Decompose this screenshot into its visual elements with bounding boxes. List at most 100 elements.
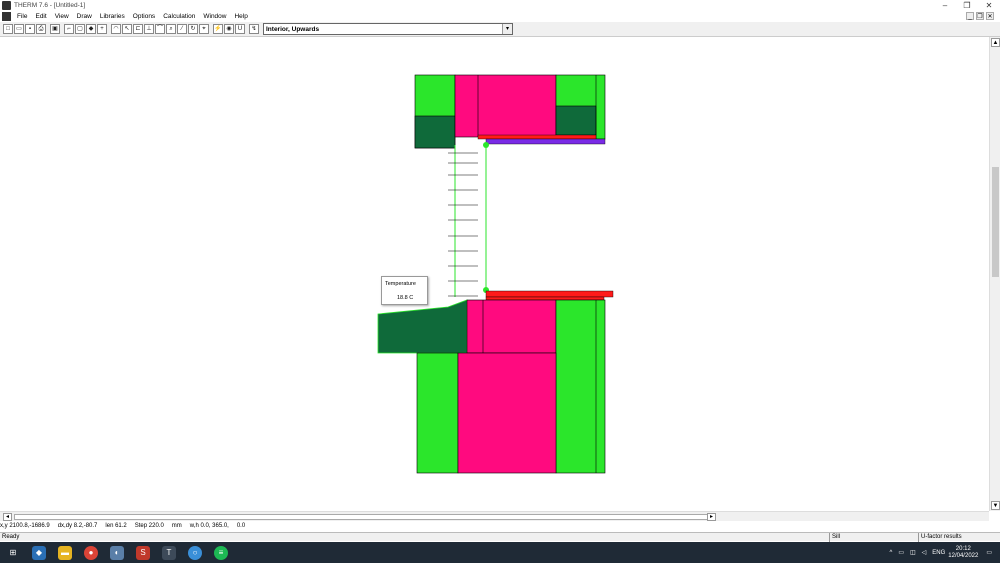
- app-icon-4[interactable]: ○: [188, 545, 202, 560]
- menu-window[interactable]: Window: [199, 13, 230, 20]
- u-factor-icon[interactable]: U: [235, 24, 245, 34]
- len-readout: len 61.2: [105, 523, 127, 529]
- select-icon[interactable]: ▣: [50, 24, 60, 34]
- status-bar: Ready Sill U-factor results: [0, 532, 1000, 542]
- menu-options[interactable]: Options: [129, 13, 159, 20]
- doc-minimize-icon[interactable]: _: [966, 12, 974, 20]
- volume-icon[interactable]: ◁: [922, 549, 927, 556]
- rotate-icon[interactable]: ↻: [188, 24, 198, 34]
- display-options-icon[interactable]: ↯: [249, 24, 259, 34]
- heat-flux-arrows: [448, 152, 478, 297]
- document-window-controls: _ ❐ ✕: [966, 12, 994, 20]
- windows-taskbar: ⊞ ◆ ▬ ● ◐ S T ○ ≡ ^ ▭ ◫ ◁ ENG 20:12 12/0…: [0, 542, 1000, 563]
- vertical-scroll-thumb[interactable]: [992, 167, 999, 277]
- drawing-canvas[interactable]: Temperature 18.8 C: [0, 37, 989, 511]
- horizontal-scroll-thumb[interactable]: [14, 514, 714, 520]
- cross-section-drawing: [377, 74, 614, 474]
- sill-insulation-right: [555, 299, 606, 474]
- battery-icon[interactable]: ▭: [898, 549, 904, 556]
- menu-draw[interactable]: Draw: [73, 13, 96, 20]
- minimize-icon[interactable]: –: [934, 0, 956, 11]
- dimension-icon[interactable]: ⊏: [133, 24, 143, 34]
- sill-insulation-left: [416, 352, 459, 474]
- menu-calculation[interactable]: Calculation: [159, 13, 199, 20]
- head-glass-edge: [485, 138, 606, 145]
- result-view-dropdown[interactable]: Interior, Upwards ▾: [263, 23, 513, 35]
- clock-time: 20:12: [955, 545, 971, 552]
- toolbar: □ ▭ ▪ ⎙ ▣ ⌐ ▢ ◆ + ◠ ↖ ⊏ ⊥ ⌒ ⌕ ⁄ ↻ ⌖ ⚡ ◉ …: [0, 22, 1000, 37]
- step-readout: Step 220.0: [134, 523, 164, 529]
- eyedropper-icon[interactable]: ⁄: [177, 24, 187, 34]
- zoom-icon[interactable]: ⌕: [166, 24, 176, 34]
- app-icon-2[interactable]: ◐: [110, 545, 124, 560]
- sill-wood-upper: [466, 299, 557, 354]
- menu-view[interactable]: View: [51, 13, 73, 20]
- tooltip-label: Temperature: [385, 281, 416, 287]
- dxdy-readout: dx,dy 8.2,-80.7: [57, 523, 98, 529]
- calculate-icon[interactable]: ⚡: [213, 24, 223, 34]
- open-file-icon[interactable]: ▭: [14, 24, 24, 34]
- close-icon[interactable]: ✕: [978, 0, 1000, 11]
- head-dark-wood-right: [555, 105, 597, 136]
- vertical-scrollbar[interactable]: ▲ ▼: [989, 37, 1000, 511]
- scroll-down-icon[interactable]: ▼: [991, 501, 1000, 510]
- menu-libraries[interactable]: Libraries: [96, 13, 129, 20]
- doc-close-icon[interactable]: ✕: [986, 12, 994, 20]
- chrome-icon[interactable]: ●: [84, 545, 98, 560]
- save-icon[interactable]: ▪: [25, 24, 35, 34]
- menu-bar: File Edit View Draw Libraries Options Ca…: [0, 11, 1000, 22]
- arc-icon[interactable]: ⌒: [155, 24, 165, 34]
- status-boundary: Sill: [829, 533, 918, 542]
- sill-wood-lower: [457, 352, 557, 474]
- app-icon-1[interactable]: ◆: [32, 545, 46, 560]
- system-tray: ^ ▭ ◫ ◁ ENG 20:12 12/04/2022 ▭: [886, 542, 1000, 563]
- boundary-icon[interactable]: ◠: [111, 24, 121, 34]
- scroll-up-icon[interactable]: ▲: [991, 38, 1000, 47]
- language-indicator[interactable]: ENG: [932, 550, 945, 556]
- spotify-icon[interactable]: ≡: [214, 545, 228, 560]
- windows-start-icon[interactable]: ⊞: [6, 546, 20, 560]
- status-ready: Ready: [2, 534, 20, 540]
- status-mode: U-factor results: [918, 533, 968, 542]
- network-icon[interactable]: ◫: [910, 549, 916, 556]
- rectangle-icon[interactable]: ▢: [75, 24, 85, 34]
- result-view-value: Interior, Upwards: [266, 25, 320, 33]
- menu-edit[interactable]: Edit: [31, 13, 50, 20]
- fill-icon[interactable]: ◆: [86, 24, 96, 34]
- tooltip-value: 18.8 C: [397, 295, 414, 301]
- extra-readout: 0.0: [236, 523, 246, 529]
- scroll-right-icon[interactable]: ▸: [707, 513, 716, 521]
- locator-icon[interactable]: +: [97, 24, 107, 34]
- menu-help[interactable]: Help: [230, 13, 251, 20]
- head-wood: [454, 74, 557, 138]
- app-icon-3[interactable]: S: [136, 545, 150, 560]
- tray-chevron-icon[interactable]: ^: [889, 550, 892, 556]
- scroll-left-icon[interactable]: ◂: [3, 513, 12, 521]
- polygon-icon[interactable]: ⌐: [64, 24, 74, 34]
- restore-icon[interactable]: ❐: [956, 0, 978, 11]
- new-file-icon[interactable]: □: [3, 24, 13, 34]
- clock[interactable]: 20:12 12/04/2022: [948, 546, 978, 560]
- wh-readout: w,h 0.0, 365.0,: [189, 523, 229, 529]
- therm-app-icon: [2, 1, 11, 10]
- point-icon[interactable]: ↖: [122, 24, 132, 34]
- show-results-icon[interactable]: ◉: [224, 24, 234, 34]
- temperature-tooltip: Temperature 18.8 C: [381, 276, 428, 305]
- doc-restore-icon[interactable]: ❐: [976, 12, 984, 20]
- menu-file[interactable]: File: [13, 13, 31, 20]
- clock-date: 12/04/2022: [948, 552, 979, 559]
- file-explorer-icon[interactable]: ▬: [58, 545, 72, 560]
- xy-readout: x,y 2100.8,-1686.9: [0, 523, 50, 529]
- notification-icon[interactable]: ▭: [986, 549, 992, 556]
- sill-frame: [485, 290, 614, 298]
- print-icon[interactable]: ⎙: [36, 24, 46, 34]
- horizontal-scrollbar[interactable]: ◂ ▸: [0, 511, 989, 521]
- chevron-down-icon[interactable]: ▾: [502, 24, 512, 34]
- title-bar: THERM 7.6 - [Untitled-1] – ❐ ✕: [0, 0, 1000, 11]
- document-icon[interactable]: [2, 12, 11, 21]
- snap-icon[interactable]: ⌖: [199, 24, 209, 34]
- therm-taskbar-icon[interactable]: T: [162, 545, 176, 560]
- window-controls: – ❐ ✕: [934, 0, 1000, 11]
- insert-icon[interactable]: ⊥: [144, 24, 154, 34]
- head-dark-wood: [414, 115, 456, 149]
